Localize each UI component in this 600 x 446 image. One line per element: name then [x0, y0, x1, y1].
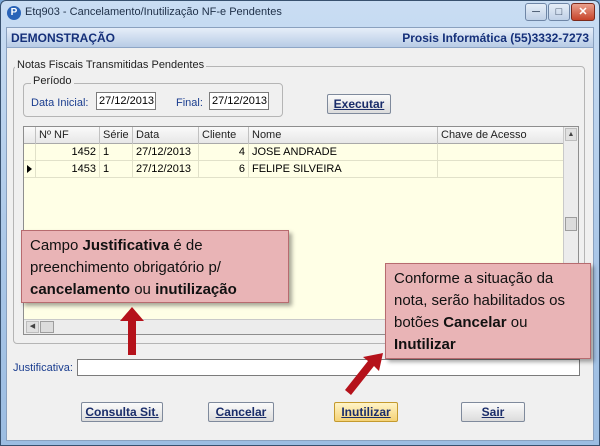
close-button[interactable]: ✕: [571, 3, 595, 21]
void-invoice-button[interactable]: Inutilizar: [334, 402, 398, 422]
callout-bold-text: Cancelar: [443, 314, 507, 331]
vendor-info: Prosis Informática (55)3332-7273: [402, 31, 589, 45]
grid-header: Nº NF Série Data Cliente Nome Chave de A…: [24, 127, 564, 144]
current-row-arrow-icon: [27, 165, 32, 173]
column-header-nf[interactable]: Nº NF: [36, 127, 100, 144]
check-status-button[interactable]: Consulta Sit.: [81, 402, 163, 422]
grid-indicator-header: [24, 127, 36, 144]
callout-bold-text: Inutilizar: [394, 336, 456, 353]
start-date-field[interactable]: 27/12/2013: [96, 92, 156, 110]
title-bar[interactable]: P Etq903 - Cancelamento/Inutilização NF-…: [1, 1, 599, 25]
justification-callout: Campo Justificativa é de preenchimento o…: [21, 230, 289, 303]
execute-button[interactable]: Executar: [327, 94, 391, 114]
cell-chave: [438, 161, 564, 178]
cell-nf: 1453: [36, 161, 100, 178]
cell-data: 27/12/2013: [133, 161, 199, 178]
cell-nome: JOSE ANDRADE: [249, 144, 438, 161]
cell-serie: 1: [100, 161, 133, 178]
column-header-chave[interactable]: Chave de Acesso: [438, 127, 564, 144]
diagonal-arrow-icon: [345, 353, 383, 395]
cell-cliente: 6: [199, 161, 249, 178]
callout-text: Campo: [30, 237, 83, 254]
callout-bold-text: Justificativa: [82, 237, 170, 254]
buttons-callout: Conforme a situação da nota, serão habil…: [385, 263, 591, 359]
up-arrow-icon: [120, 307, 144, 355]
vertical-scroll-thumb[interactable]: [565, 217, 577, 231]
cell-chave: [438, 144, 564, 161]
pending-invoices-group-label: Notas Fiscais Transmitidas Pendentes: [15, 59, 207, 71]
row-indicator-cell: [24, 161, 36, 178]
table-row[interactable]: 1452 1 27/12/2013 4 JOSE ANDRADE: [24, 144, 564, 161]
callout-bold-text: cancelamento: [30, 281, 131, 298]
header-band: DEMONSTRAÇÃO Prosis Informática (55)3332…: [7, 28, 593, 48]
row-indicator-cell: [24, 144, 36, 161]
cell-nf: 1452: [36, 144, 100, 161]
exit-button[interactable]: Sair: [461, 402, 525, 422]
minimize-button[interactable]: ─: [525, 3, 547, 21]
company-name: DEMONSTRAÇÃO: [11, 31, 115, 45]
end-date-field[interactable]: 27/12/2013: [209, 92, 269, 110]
scroll-up-icon[interactable]: ▲: [565, 128, 577, 141]
callout-text: ou: [506, 314, 528, 331]
app-logo-icon: P: [7, 6, 21, 20]
cell-serie: 1: [100, 144, 133, 161]
table-row[interactable]: 1453 1 27/12/2013 6 FELIPE SILVEIRA: [24, 161, 564, 178]
cancel-invoice-button[interactable]: Cancelar: [208, 402, 274, 422]
end-date-label: Final:: [176, 97, 203, 109]
horizontal-scroll-thumb[interactable]: [40, 321, 54, 333]
window-title: Etq903 - Cancelamento/Inutilização NF-e …: [25, 6, 282, 18]
column-header-serie[interactable]: Série: [100, 127, 133, 144]
app-window: P Etq903 - Cancelamento/Inutilização NF-…: [0, 0, 600, 446]
column-header-data[interactable]: Data: [133, 127, 199, 144]
cell-cliente: 4: [199, 144, 249, 161]
maximize-button[interactable]: □: [548, 3, 570, 21]
callout-bold-text: inutilização: [155, 281, 237, 298]
column-header-nome[interactable]: Nome: [249, 127, 438, 144]
start-date-label: Data Inicial:: [31, 97, 89, 109]
period-group-label: Período: [31, 75, 74, 87]
scroll-left-icon[interactable]: ◀: [26, 321, 39, 333]
cell-nome: FELIPE SILVEIRA: [249, 161, 438, 178]
column-header-cliente[interactable]: Cliente: [199, 127, 249, 144]
justification-label: Justificativa:: [13, 362, 73, 374]
justification-field[interactable]: [77, 359, 580, 376]
cell-data: 27/12/2013: [133, 144, 199, 161]
callout-text: ou: [130, 281, 156, 298]
